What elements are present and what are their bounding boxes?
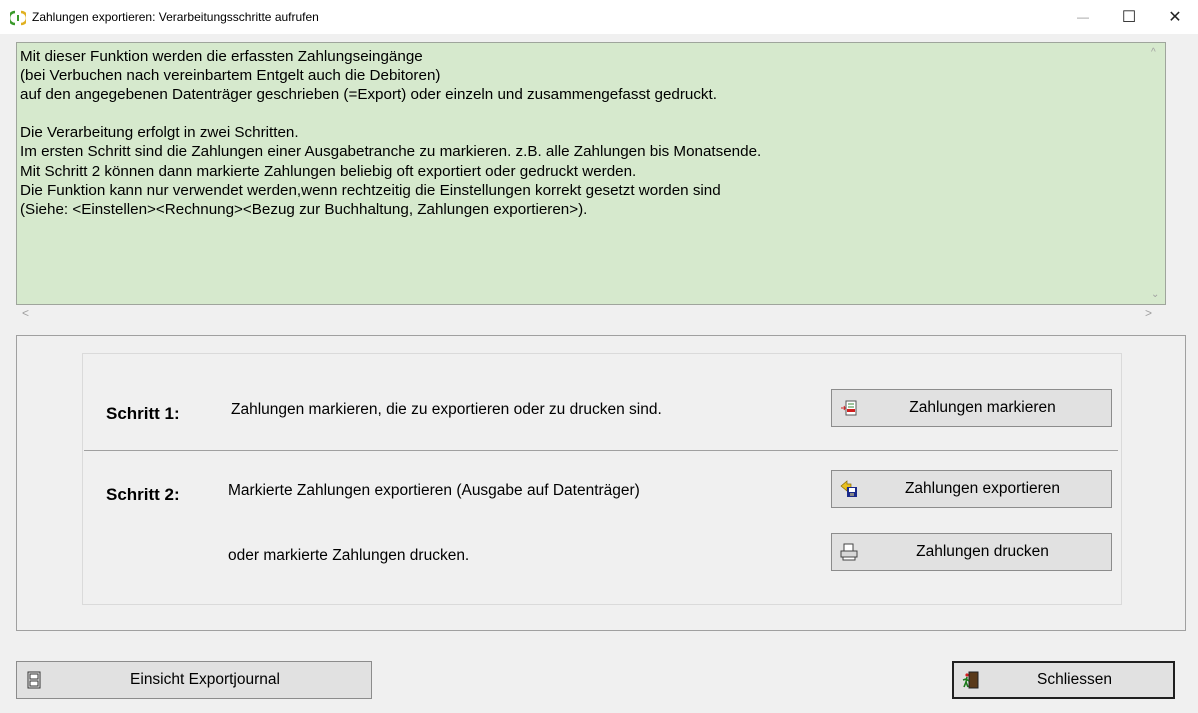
- scroll-left-icon[interactable]: <: [22, 306, 29, 320]
- minimize-icon: —: [1077, 10, 1089, 24]
- close-label: Schliessen: [1037, 671, 1112, 688]
- close-button[interactable]: Schliessen: [952, 661, 1175, 699]
- mark-payments-label: Zahlungen markieren: [909, 399, 1056, 416]
- step2-label: Schritt 2:: [106, 485, 180, 504]
- export-payments-label: Zahlungen exportieren: [904, 480, 1061, 497]
- maximize-icon: ☐: [1121, 9, 1137, 26]
- title-bar: Zahlungen exportieren: Verarbeitungsschr…: [0, 0, 1198, 34]
- vertical-scrollbar[interactable]: ^ ⌄: [1148, 43, 1165, 304]
- scroll-down-icon[interactable]: ⌄: [1151, 289, 1159, 300]
- horizontal-scrollbar[interactable]: < >: [16, 305, 1166, 323]
- mark-payments-button[interactable]: Zahlungen markieren: [831, 389, 1112, 427]
- export-journal-button[interactable]: Einsicht Exportjournal: [16, 661, 372, 699]
- scroll-up-icon[interactable]: ^: [1151, 47, 1156, 58]
- export-payments-button[interactable]: Zahlungen exportieren: [831, 470, 1112, 508]
- info-panel: Mit dieser Funktion werden die erfassten…: [16, 42, 1166, 305]
- step1-label: Schritt 1:: [106, 404, 180, 423]
- disk-export-icon: [840, 480, 857, 497]
- journal-icon: [27, 671, 41, 689]
- minimize-button[interactable]: —: [1060, 0, 1106, 34]
- info-text: Mit dieser Funktion werden die erfassten…: [20, 48, 762, 218]
- scroll-right-icon[interactable]: >: [1145, 306, 1152, 320]
- print-payments-label: Zahlungen drucken: [916, 543, 1049, 560]
- app-icon: [10, 10, 26, 26]
- window-title: Zahlungen exportieren: Verarbeitungsschr…: [32, 10, 319, 24]
- step2-description: Markierte Zahlungen exportieren (Ausgabe…: [228, 482, 640, 499]
- step2-print-description: oder markierte Zahlungen drucken.: [228, 547, 470, 564]
- export-journal-label: Einsicht Exportjournal: [130, 671, 280, 688]
- list-mark-icon: [841, 400, 857, 416]
- close-icon: ✕: [1168, 9, 1182, 26]
- exit-door-icon: [962, 671, 979, 689]
- step-divider: [84, 450, 1118, 451]
- print-payments-button[interactable]: Zahlungen drucken: [831, 533, 1112, 571]
- printer-icon: [840, 543, 858, 561]
- maximize-button[interactable]: ☐: [1106, 0, 1152, 34]
- step1-description: Zahlungen markieren, die zu exportieren …: [231, 401, 662, 418]
- close-window-button[interactable]: ✕: [1152, 0, 1198, 34]
